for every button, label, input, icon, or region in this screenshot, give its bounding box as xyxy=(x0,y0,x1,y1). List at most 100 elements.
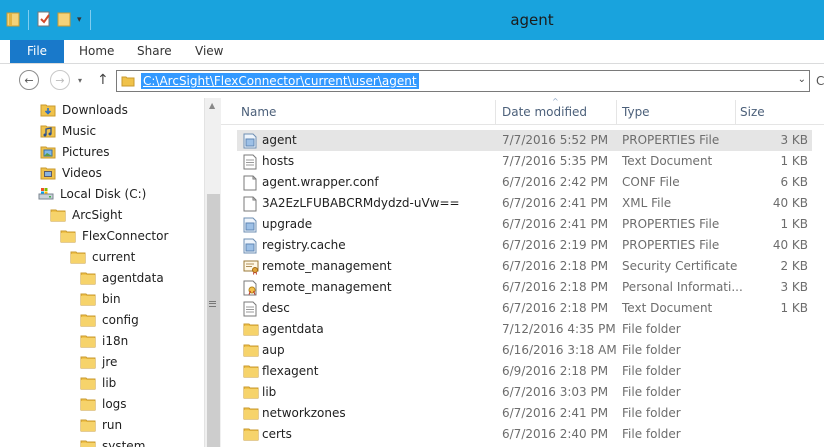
back-button[interactable]: ← xyxy=(19,70,39,90)
file-type: File folder xyxy=(622,385,681,399)
arrow-left-icon: ← xyxy=(24,73,34,87)
nav-tree-item[interactable]: i18n xyxy=(80,330,128,351)
nav-tree-label: agentdata xyxy=(102,270,164,285)
file-row[interactable]: registry.cache 6/7/2016 2:19 PM PROPERTIES… xyxy=(237,235,812,256)
nav-tree-item[interactable]: config xyxy=(80,309,139,330)
nav-tree-label: bin xyxy=(102,291,121,306)
nav-tree-item[interactable]: Music xyxy=(40,120,96,141)
refresh-icon[interactable]: C xyxy=(816,74,824,88)
file-row[interactable]: desc 6/7/2016 2:18 PM Text Document 1 KB xyxy=(237,298,812,319)
folder-icon xyxy=(243,406,259,423)
column-size[interactable]: Size xyxy=(740,105,765,119)
music-folder-icon xyxy=(40,124,56,138)
file-size: 1 KB xyxy=(780,154,808,168)
up-button[interactable]: ↑ xyxy=(97,72,109,88)
nav-tree-item[interactable]: system xyxy=(80,435,145,447)
forward-button[interactable]: → xyxy=(50,70,70,90)
nav-tree-item[interactable]: ArcSight xyxy=(50,204,122,225)
nav-tree-item[interactable]: jre xyxy=(80,351,117,372)
column-divider[interactable] xyxy=(735,100,736,124)
nav-tree-item[interactable]: current xyxy=(70,246,135,267)
blank-file-icon xyxy=(243,196,257,215)
nav-tree-item[interactable]: Pictures xyxy=(40,141,110,162)
address-bar[interactable]: C:\ArcSight\FlexConnector\current\user\a… xyxy=(116,70,810,92)
nav-tree-label: FlexConnector xyxy=(82,228,169,243)
scrollbar-thumb[interactable] xyxy=(207,194,220,447)
column-name[interactable]: Name xyxy=(241,105,276,119)
nav-tree-label: ArcSight xyxy=(72,207,123,222)
file-name: agent xyxy=(262,133,297,147)
column-divider[interactable] xyxy=(495,100,496,124)
file-name: registry.cache xyxy=(262,238,346,252)
file-type: Security Certificate xyxy=(622,259,738,273)
file-row[interactable]: lib 6/7/2016 3:03 PM File folder xyxy=(237,382,812,403)
nav-tree-label: logs xyxy=(102,396,127,411)
local-disk-icon xyxy=(38,187,54,201)
file-date-modified: 6/7/2016 2:18 PM xyxy=(502,259,609,273)
nav-tree-item[interactable]: FlexConnector xyxy=(60,225,168,246)
file-type: PROPERTIES File xyxy=(622,133,720,147)
tab-home[interactable]: Home xyxy=(79,40,114,63)
folder-icon xyxy=(80,292,96,306)
file-row[interactable]: aup 6/16/2016 3:18 AM File folder xyxy=(237,340,812,361)
text-document-icon xyxy=(243,154,257,173)
folder-icon xyxy=(80,355,96,369)
file-row[interactable]: networkzones 6/7/2016 2:41 PM File folder xyxy=(237,403,812,424)
file-row[interactable]: agent.wrapper.conf 6/7/2016 2:42 PM CONF F… xyxy=(237,172,812,193)
column-divider[interactable] xyxy=(616,100,617,124)
file-type: File folder xyxy=(622,427,681,441)
nav-tree-item[interactable]: agentdata xyxy=(80,267,164,288)
chevron-down-icon[interactable]: ⌄ xyxy=(798,74,806,85)
address-path[interactable]: C:\ArcSight\FlexConnector\current\user\a… xyxy=(141,73,419,89)
nav-tree-item[interactable]: run xyxy=(80,414,122,435)
folder-icon xyxy=(121,74,135,91)
nav-tree-label: run xyxy=(102,417,123,432)
column-date-modified[interactable]: Date modified xyxy=(502,105,587,119)
file-type: Personal Informati... xyxy=(622,280,743,294)
videos-folder-icon xyxy=(40,166,56,180)
nav-tree-item[interactable]: logs xyxy=(80,393,127,414)
recent-locations-button[interactable]: ▾ xyxy=(78,76,82,85)
tab-share[interactable]: Share xyxy=(137,40,172,63)
navigation-pane: Downloads Music Pictures Videos Local Disk (… xyxy=(0,98,204,447)
file-row[interactable]: remote_management 6/7/2016 2:18 PM Securit… xyxy=(237,256,812,277)
nav-tree-label: Pictures xyxy=(62,144,110,159)
nav-tree-item[interactable]: bin xyxy=(80,288,121,309)
file-size: 40 KB xyxy=(772,238,808,252)
folder-icon xyxy=(243,322,259,339)
file-list: Name ^ Date modified Type Size agent 7/7/… xyxy=(221,97,824,447)
tab-view[interactable]: View xyxy=(195,40,223,63)
file-row[interactable]: agent 7/7/2016 5:52 PM PROPERTIES File 3 KB xyxy=(237,130,812,151)
certificate-icon xyxy=(243,259,259,278)
nav-tree-label: lib xyxy=(102,375,117,390)
nav-tree-item[interactable]: lib xyxy=(80,372,116,393)
personal-information-icon xyxy=(243,280,259,299)
scroll-up-icon[interactable]: ▲ xyxy=(209,101,215,110)
file-name: remote_management xyxy=(262,280,392,294)
file-row[interactable]: hosts 7/7/2016 5:35 PM Text Document 1 KB xyxy=(237,151,812,172)
file-name: agentdata xyxy=(262,322,324,336)
column-type[interactable]: Type xyxy=(622,105,650,119)
column-headers: Name ^ Date modified Type Size xyxy=(221,97,824,125)
folder-icon xyxy=(80,271,96,285)
nav-tree-label: current xyxy=(92,249,136,264)
file-type: File folder xyxy=(622,343,681,357)
file-row[interactable]: upgrade 6/7/2016 2:41 PM PROPERTIES File 1 … xyxy=(237,214,812,235)
nav-tree-item[interactable]: Downloads xyxy=(40,99,128,120)
scrollbar-grip-icon xyxy=(209,301,216,307)
tab-file[interactable]: File xyxy=(10,40,64,63)
navigation-pane-scrollbar[interactable]: ▲ xyxy=(204,98,221,447)
file-row[interactable]: agentdata 7/12/2016 4:35 PM File folder xyxy=(237,319,812,340)
file-name: 3A2EzLFUBABCRMdydzd-uVw== xyxy=(262,196,460,210)
file-size: 40 KB xyxy=(772,196,808,210)
nav-tree-label: jre xyxy=(102,354,118,369)
file-type: CONF File xyxy=(622,175,680,189)
file-row[interactable]: flexagent 6/9/2016 2:18 PM File folder xyxy=(237,361,812,382)
file-row[interactable]: 3A2EzLFUBABCRMdydzd-uVw== 6/7/2016 2:41 P… xyxy=(237,193,812,214)
nav-tree-item[interactable]: Videos xyxy=(40,162,102,183)
file-date-modified: 6/7/2016 2:18 PM xyxy=(502,280,609,294)
file-row[interactable]: remote_management 6/7/2016 2:18 PM Persona… xyxy=(237,277,812,298)
file-row[interactable]: certs 6/7/2016 2:40 PM File folder xyxy=(237,424,812,445)
folder-icon xyxy=(50,208,66,222)
nav-tree-item[interactable]: Local Disk (C:) xyxy=(38,183,146,204)
